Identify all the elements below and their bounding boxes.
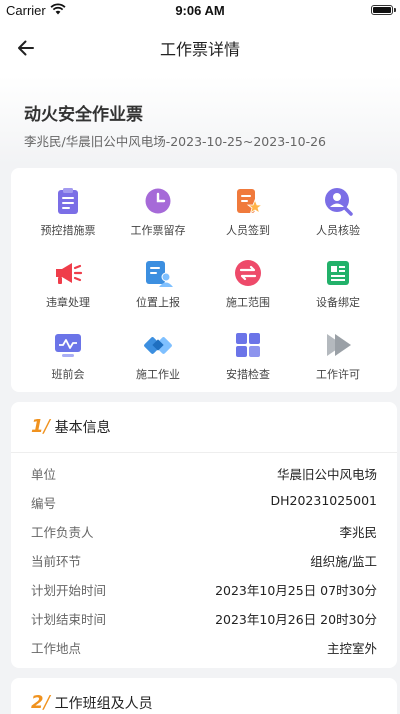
battery-icon (371, 5, 396, 15)
action-violation[interactable]: 违章处理 (23, 258, 113, 310)
action-label: 工作许可 (316, 368, 360, 381)
status-time: 9:06 AM (175, 3, 225, 18)
info-row-unit: 单位 华晨旧公中风电场 (31, 464, 377, 484)
action-meeting[interactable]: 班前会 (23, 330, 113, 382)
action-retain[interactable]: 工作票留存 (113, 186, 203, 238)
action-construction[interactable]: 施工作业 (113, 330, 203, 382)
info-label: 单位 (31, 467, 57, 482)
section-header: 2 / 工作班组及人员 (31, 692, 153, 713)
back-button[interactable] (10, 32, 42, 64)
action-label: 安措检查 (226, 368, 270, 381)
action-label: 施工范围 (226, 296, 270, 309)
action-label: 施工作业 (136, 368, 180, 381)
section-header: 1 / 基本信息 (31, 416, 111, 437)
info-value: 华晨旧公中风电场 (276, 467, 377, 482)
section-number: 1 (31, 416, 44, 437)
clock-icon (143, 186, 173, 216)
action-label: 预控措施票 (40, 224, 96, 237)
action-precontrol[interactable]: 预控措施票 (23, 186, 113, 238)
info-value: 组织施/监工 (310, 554, 377, 569)
info-label: 计划开始时间 (31, 583, 107, 598)
action-label: 工作票留存 (130, 224, 186, 237)
section-slash-icon: / (43, 692, 50, 713)
info-label: 编号 (31, 496, 57, 511)
info-label: 计划结束时间 (31, 612, 107, 627)
action-label: 位置上报 (136, 296, 180, 309)
location-report-icon (143, 258, 173, 288)
ticket-title: 动火安全作业票 (24, 105, 143, 125)
action-verify[interactable]: 人员核验 (293, 186, 383, 238)
info-label: 工作地点 (31, 641, 82, 656)
device-bind-icon (323, 258, 353, 288)
info-row-leader: 工作负责人 李兆民 (31, 522, 377, 542)
info-value: 李兆民 (339, 525, 377, 540)
action-label: 违章处理 (46, 296, 90, 309)
ticket-header: 动火安全作业票 李兆民/华晨旧公中风电场-2023-10-25~2023-10-… (0, 76, 400, 164)
clipboard-list-icon (53, 186, 83, 216)
divider (11, 452, 397, 453)
section-number: 2 (31, 692, 44, 713)
basic-info-card: 1 / 基本信息 单位 华晨旧公中风电场 编号 DH20231025001 工作… (11, 402, 397, 668)
construction-icon (143, 330, 173, 360)
ticket-subtitle: 李兆民/华晨旧公中风电场-2023-10-25~2023-10-26 (24, 134, 326, 149)
arrow-left-icon (18, 40, 34, 56)
monitor-icon (53, 330, 83, 360)
info-value: DH20231025001 (270, 493, 377, 508)
action-label: 人员核验 (316, 224, 360, 237)
action-label: 班前会 (51, 368, 85, 381)
signin-doc-icon (233, 186, 263, 216)
play-permit-icon (323, 330, 353, 360)
action-grid: 预控措施票 工作票留存 人员签到 人员核验 违章处理 位置上报 施工范围 设备绑… (11, 168, 397, 392)
action-permit[interactable]: 工作许可 (293, 330, 383, 382)
section-title: 工作班组及人员 (54, 696, 153, 712)
page-title: 工作票详情 (159, 40, 240, 59)
status-bar: Carrier 9:06 AM (0, 0, 400, 20)
info-row-start: 计划开始时间 2023年10月25日 07时30分 (31, 580, 377, 600)
info-row-stage: 当前环节 组织施/监工 (31, 551, 377, 571)
info-value: 2023年10月25日 07时30分 (215, 583, 377, 598)
action-label: 人员签到 (226, 224, 270, 237)
info-label: 工作负责人 (31, 525, 94, 540)
info-value: 主控室外 (326, 641, 377, 656)
action-scope[interactable]: 施工范围 (203, 258, 293, 310)
crew-card: 2 / 工作班组及人员 (11, 678, 397, 714)
action-label: 设备绑定 (316, 296, 360, 309)
section-slash-icon: / (43, 416, 50, 437)
grid-check-icon (233, 330, 263, 360)
action-safety-check[interactable]: 安措检查 (203, 330, 293, 382)
megaphone-icon (53, 258, 83, 288)
action-location[interactable]: 位置上报 (113, 258, 203, 310)
info-value: 2023年10月26日 20时30分 (215, 612, 377, 627)
action-bind[interactable]: 设备绑定 (293, 258, 383, 310)
section-title: 基本信息 (54, 420, 111, 436)
nav-bar: 工作票详情 (0, 20, 400, 76)
user-search-icon (323, 186, 353, 216)
info-row-end: 计划结束时间 2023年10月26日 20时30分 (31, 609, 377, 629)
action-signin[interactable]: 人员签到 (203, 186, 293, 238)
exchange-icon (233, 258, 263, 288)
info-row-number: 编号 DH20231025001 (31, 493, 377, 513)
info-label: 当前环节 (31, 554, 82, 569)
info-row-location: 工作地点 主控室外 (31, 638, 377, 658)
